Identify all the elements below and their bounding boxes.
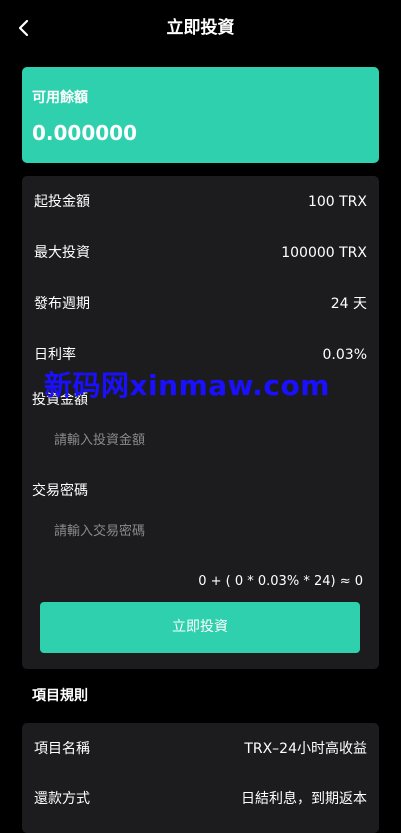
rule-value: TRX–24小时高收益 [244, 741, 367, 757]
info-row-period: 發布週期 24 天 [22, 294, 379, 314]
invest-now-button[interactable]: 立即投資 [40, 602, 360, 653]
info-row-min-amount: 起投金額 100 TRX [22, 192, 379, 212]
info-row-max-amount: 最大投資 100000 TRX [22, 243, 379, 263]
info-value: 0.03% [322, 347, 367, 363]
page-title: 立即投資 [166, 18, 235, 38]
info-label: 發布週期 [34, 296, 90, 312]
rule-row-repayment: 還款方式 日結利息，到期返本 [22, 789, 379, 809]
info-value: 100000 TRX [281, 245, 367, 261]
info-row-daily-rate: 日利率 0.03% [22, 345, 379, 365]
balance-card: 可用餘額 0.000000 [22, 67, 379, 163]
earnings-formula: 0 + ( 0 * 0.03% * 24) ≈ 0 [198, 574, 363, 589]
investment-panel: 起投金額 100 TRX 最大投資 100000 TRX 發布週期 24 天 日… [22, 176, 379, 669]
balance-label: 可用餘額 [32, 90, 88, 106]
watermark: 新码网xinmaw.com [44, 369, 330, 402]
rule-row-project-name: 項目名稱 TRX–24小时高收益 [22, 739, 379, 759]
info-label: 最大投資 [34, 245, 90, 261]
rule-label: 項目名稱 [34, 741, 90, 757]
balance-value: 0.000000 [32, 121, 138, 145]
top-bar: 立即投資 [0, 0, 401, 56]
info-label: 日利率 [34, 347, 76, 363]
rule-value: 日結利息，到期返本 [241, 791, 367, 807]
info-value: 100 TRX [307, 194, 367, 210]
amount-input[interactable] [44, 422, 364, 458]
info-label: 起投金額 [34, 194, 90, 210]
rules-section-title: 項目規則 [32, 688, 88, 704]
info-value: 24 天 [330, 296, 367, 312]
password-input[interactable] [44, 513, 364, 549]
rules-panel: 項目名稱 TRX–24小时高收益 還款方式 日結利息，到期返本 [22, 723, 379, 833]
password-field-label: 交易密碼 [32, 483, 88, 499]
rule-label: 還款方式 [34, 791, 90, 807]
